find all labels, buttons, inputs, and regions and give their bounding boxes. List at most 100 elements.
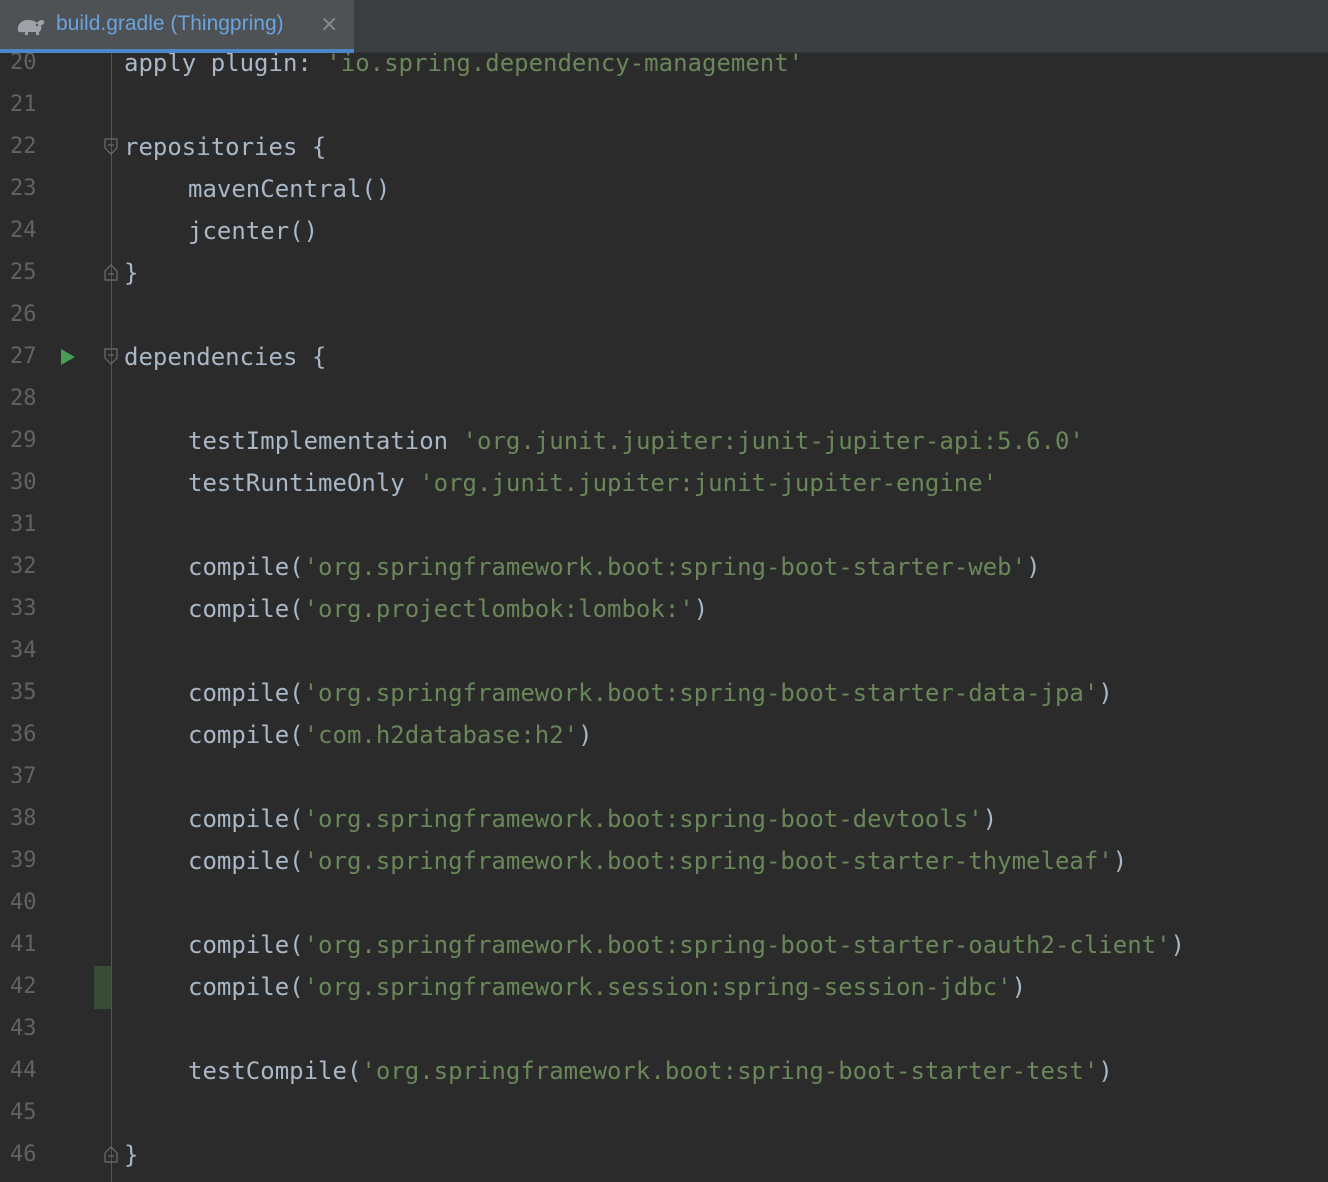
code-line[interactable]: 30 testRuntimeOnly 'org.junit.jupiter:jun… — [0, 462, 1328, 504]
code-text[interactable]: } — [124, 1134, 138, 1176]
code-line[interactable]: 24 jcenter() — [0, 210, 1328, 252]
string-literal: 'org.projectlombok:lombok:' — [303, 595, 694, 623]
line-number[interactable]: 28 — [10, 378, 37, 420]
line-number[interactable]: 20 — [10, 53, 37, 84]
code-text[interactable]: compile('org.projectlombok:lombok:') — [188, 588, 708, 630]
code-token: apply — [124, 53, 211, 77]
line-number[interactable]: 36 — [10, 714, 37, 756]
code-line[interactable]: 26 — [0, 294, 1328, 336]
code-line[interactable]: 23 mavenCentral() — [0, 168, 1328, 210]
code-line[interactable]: 45 — [0, 1092, 1328, 1134]
code-line[interactable]: 43 — [0, 1008, 1328, 1050]
code-line[interactable]: 33 compile('org.projectlombok:lombok:') — [0, 588, 1328, 630]
code-line[interactable]: 32 compile('org.springframework.boot:spri… — [0, 546, 1328, 588]
code-token: ) — [1098, 1057, 1113, 1085]
line-number[interactable]: 40 — [10, 882, 37, 924]
line-number[interactable]: 32 — [10, 546, 37, 588]
code-line[interactable]: 20 apply plugin: 'io.spring.dependency-ma… — [0, 53, 1328, 84]
code-line[interactable]: 28 — [0, 378, 1328, 420]
code-text[interactable]: compile('org.springframework.boot:spring… — [188, 546, 1041, 588]
code-line[interactable]: 40 — [0, 882, 1328, 924]
close-icon[interactable]: × — [320, 12, 338, 38]
line-number[interactable]: 37 — [10, 756, 37, 798]
code-editor[interactable]: 20 apply plugin: 'io.spring.dependency-ma… — [0, 53, 1328, 1182]
string-literal: 'org.junit.jupiter:junit-jupiter-engine' — [419, 469, 998, 497]
line-number[interactable]: 23 — [10, 168, 37, 210]
line-number[interactable]: 46 — [10, 1134, 37, 1176]
line-number[interactable]: 34 — [10, 630, 37, 672]
code-text[interactable]: testCompile('org.springframework.boot:sp… — [188, 1050, 1113, 1092]
code-line[interactable]: 41 compile('org.springframework.boot:spri… — [0, 924, 1328, 966]
code-line[interactable]: 22 repositories { — [0, 126, 1328, 168]
line-number[interactable]: 44 — [10, 1050, 37, 1092]
line-number[interactable]: 33 — [10, 588, 37, 630]
code-token: jcenter() — [188, 217, 319, 245]
line-number[interactable]: 39 — [10, 840, 37, 882]
code-line[interactable]: 44 testCompile('org.springframework.boot:… — [0, 1050, 1328, 1092]
code-line[interactable]: 29 testImplementation 'org.junit.jupiter:… — [0, 420, 1328, 462]
code-text[interactable]: compile('org.springframework.boot:spring… — [188, 924, 1185, 966]
code-token: ) — [578, 721, 593, 749]
code-line[interactable]: 46} — [0, 1134, 1328, 1176]
code-text[interactable]: compile('com.h2database:h2') — [188, 714, 593, 756]
code-line[interactable]: 21 — [0, 84, 1328, 126]
line-number[interactable]: 31 — [10, 504, 37, 546]
line-number[interactable]: 43 — [10, 1008, 37, 1050]
line-number[interactable]: 29 — [10, 420, 37, 462]
code-line[interactable]: 36 compile('com.h2database:h2') — [0, 714, 1328, 756]
line-number[interactable]: 30 — [10, 462, 37, 504]
code-token: ) — [1026, 553, 1041, 581]
code-text[interactable]: } — [124, 252, 138, 294]
code-text[interactable]: compile('org.springframework.boot:spring… — [188, 672, 1113, 714]
code-token: ) — [1112, 847, 1128, 875]
line-number[interactable]: 41 — [10, 924, 37, 966]
line-number[interactable]: 38 — [10, 798, 37, 840]
line-number[interactable]: 24 — [10, 210, 37, 252]
code-token: dependencies { — [124, 343, 327, 371]
line-number[interactable]: 22 — [10, 126, 37, 168]
string-literal: 'org.springframework.boot:spring-boot-de… — [303, 805, 983, 833]
code-line[interactable]: 42 compile('org.springframework.session:s… — [0, 966, 1328, 1008]
code-text[interactable]: testImplementation 'org.junit.jupiter:ju… — [188, 420, 1084, 462]
code-line[interactable]: 38 compile('org.springframework.boot:spri… — [0, 798, 1328, 840]
line-number[interactable]: 42 — [10, 966, 37, 1008]
code-text[interactable]: compile('org.springframework.boot:spring… — [188, 798, 997, 840]
code-line[interactable]: 37 — [0, 756, 1328, 798]
line-number[interactable]: 21 — [10, 84, 37, 126]
fold-close-icon[interactable] — [104, 264, 118, 281]
line-number[interactable]: 27 — [10, 336, 37, 378]
code-token: ) — [693, 595, 709, 623]
code-line[interactable]: 35 compile('org.springframework.boot:spri… — [0, 672, 1328, 714]
code-line[interactable]: 34 — [0, 630, 1328, 672]
code-token: compile( — [188, 973, 304, 1001]
string-literal: 'com.h2database:h2' — [303, 721, 579, 749]
string-literal: 'org.springframework.boot:spring-boot-st… — [303, 847, 1113, 875]
code-token: compile( — [188, 553, 304, 581]
string-literal: 'org.springframework.session:spring-sess… — [303, 973, 1012, 1001]
code-text[interactable]: repositories { — [124, 126, 326, 168]
code-line[interactable]: 39 compile('org.springframework.boot:spri… — [0, 840, 1328, 882]
code-line[interactable]: 31 — [0, 504, 1328, 546]
fold-open-icon[interactable] — [104, 348, 118, 365]
line-number[interactable]: 35 — [10, 672, 37, 714]
line-number[interactable]: 25 — [10, 252, 37, 294]
fold-open-icon[interactable] — [104, 138, 118, 155]
run-icon[interactable] — [60, 348, 76, 366]
code-text[interactable]: compile('org.springframework.session:spr… — [188, 966, 1026, 1008]
code-text[interactable]: apply plugin: 'io.spring.dependency-mana… — [124, 53, 803, 84]
code-token: } — [124, 1141, 139, 1169]
code-token: ) — [1011, 973, 1027, 1001]
code-text[interactable]: compile('org.springframework.boot:spring… — [188, 840, 1127, 882]
code-text[interactable]: jcenter() — [188, 210, 318, 252]
code-text[interactable]: testRuntimeOnly 'org.junit.jupiter:junit… — [188, 462, 997, 504]
code-line[interactable]: 25} — [0, 252, 1328, 294]
code-token: ) — [982, 805, 998, 833]
line-number[interactable]: 45 — [10, 1092, 37, 1134]
code-text[interactable]: mavenCentral() — [188, 168, 390, 210]
code-line[interactable]: 27 dependencies { — [0, 336, 1328, 378]
fold-close-icon[interactable] — [104, 1146, 118, 1163]
tab-build-gradle[interactable]: build.gradle (Thingpring) × — [0, 0, 354, 53]
code-text[interactable]: dependencies { — [124, 336, 326, 378]
string-literal: 'org.springframework.boot:spring-boot-st… — [303, 679, 1099, 707]
line-number[interactable]: 26 — [10, 294, 37, 336]
